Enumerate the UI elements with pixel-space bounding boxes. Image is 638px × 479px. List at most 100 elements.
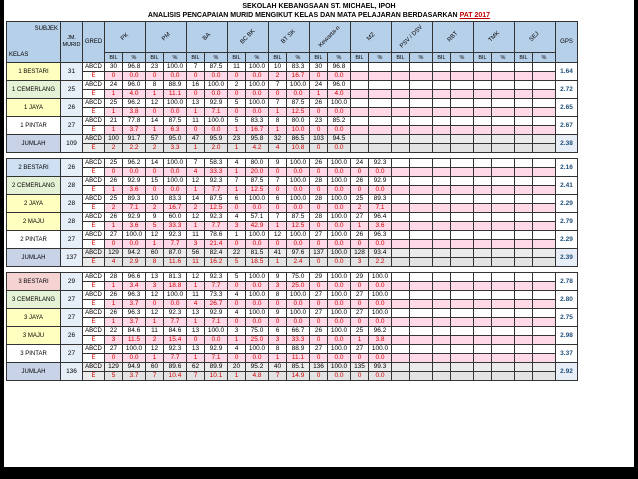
pct-cell — [491, 203, 515, 213]
pct-cell — [368, 62, 392, 72]
grade-label-e: E — [82, 203, 105, 213]
pct-cell — [532, 185, 556, 195]
pct-cell — [491, 98, 515, 108]
bil-cell: 0 — [268, 317, 287, 327]
bil-cell: 0 — [227, 353, 246, 363]
grade-label-abcd: ABCD — [82, 230, 105, 240]
bil-cell: 1 — [104, 125, 123, 135]
pct-cell: 0.0 — [368, 299, 392, 309]
pct-cell: 3.6 — [368, 221, 392, 231]
grade-label-e: E — [82, 257, 105, 267]
pct-cell: 100.0 — [245, 98, 269, 108]
bil-cell: 25 — [104, 98, 123, 108]
pct-cell: 16.2 — [204, 257, 228, 267]
pct-cell — [450, 272, 474, 282]
bil-cell: 2 — [145, 335, 164, 345]
bil-cell: 0 — [350, 353, 369, 363]
bil-cell: 14 — [145, 158, 164, 168]
pct-header: % — [122, 52, 146, 63]
pct-cell: 26.7 — [204, 299, 228, 309]
grade-label-e: E — [82, 221, 105, 231]
pct-cell: 92.3 — [204, 176, 228, 186]
bil-header: BIL — [391, 52, 410, 63]
bil-cell: 1 — [104, 281, 123, 291]
pct-cell: 11.1 — [163, 89, 187, 99]
pct-cell: 3.3 — [163, 143, 187, 153]
class-row: E 1 3.8 0 0.0 1 7.1 0 0.0 1 12.5 0 0.0 — [7, 107, 578, 117]
pct-cell — [450, 158, 474, 168]
pct-cell: 100.0 — [286, 290, 310, 300]
pct-cell: 7.7 — [163, 239, 187, 249]
pct-cell: 12.5 — [286, 221, 310, 231]
bil-cell: 4 — [227, 290, 246, 300]
pct-cell — [450, 335, 474, 345]
grade-label-abcd: ABCD — [82, 308, 105, 318]
bil-cell — [391, 281, 410, 291]
pct-cell: 0.0 — [245, 239, 269, 249]
pct-cell: 0.0 — [368, 281, 392, 291]
bil-cell: 0 — [186, 125, 205, 135]
pct-cell: 0.0 — [327, 257, 351, 267]
pct-cell — [491, 362, 515, 372]
class-name: 3 CEMERLANG — [6, 290, 61, 309]
pct-cell — [532, 134, 556, 144]
gps-value: 2.72 — [555, 80, 578, 99]
bil-cell: 11 — [186, 116, 205, 126]
pct-cell — [409, 317, 433, 327]
subject-name: PSV / DSV — [399, 24, 425, 50]
bil-cell — [514, 167, 533, 177]
pct-cell — [409, 194, 433, 204]
pct-cell — [409, 185, 433, 195]
bil-cell: 1 — [145, 239, 164, 249]
pct-cell — [450, 125, 474, 135]
class-name: 2 CEMERLANG — [6, 176, 61, 195]
pct-cell — [368, 98, 392, 108]
grade-label-e: E — [82, 185, 105, 195]
pct-cell — [491, 134, 515, 144]
header-row: SUBJEK KELAS JM. MURID GRED PK PM BA BC B… — [6, 21, 578, 63]
pct-cell — [450, 212, 474, 222]
bil-cell: 0 — [309, 371, 328, 381]
bil-cell — [514, 89, 533, 99]
bil-cell: 3 — [268, 281, 287, 291]
pct-cell — [409, 80, 433, 90]
bil-cell — [391, 290, 410, 300]
pct-cell — [450, 308, 474, 318]
pct-cell — [368, 80, 392, 90]
bil-cell: 1 — [268, 125, 287, 135]
pct-cell: 33.3 — [204, 167, 228, 177]
pct-cell: 2.9 — [122, 257, 146, 267]
bil-cell: 5 — [227, 272, 246, 282]
pct-cell: 0.0 — [204, 89, 228, 99]
bil-cell: 0 — [350, 239, 369, 249]
grade-label-e: E — [82, 167, 105, 177]
bil-cell: 1 — [227, 335, 246, 345]
pct-cell — [491, 308, 515, 318]
subject-header-tmk: TMK — [473, 21, 515, 53]
pct-cell — [532, 308, 556, 318]
bil-cell: 0 — [350, 317, 369, 327]
class-row: E 1 3.6 5 33.3 1 7.7 3 42.9 1 12.5 0 0.0 1 3.6 — [7, 221, 578, 231]
bil-cell — [514, 194, 533, 204]
bil-cell — [391, 134, 410, 144]
bil-cell — [514, 125, 533, 135]
bil-cell — [391, 212, 410, 222]
grade-label-e: E — [82, 89, 105, 99]
exam-name: PAT 2017 — [459, 12, 491, 19]
pct-cell — [409, 290, 433, 300]
bil-cell: 27 — [350, 308, 369, 318]
class-name: 1 CEMERLANG — [6, 80, 61, 99]
pct-cell: 10.0 — [286, 125, 310, 135]
pct-cell — [409, 326, 433, 336]
pct-cell: 0.0 — [163, 71, 187, 81]
bil-cell: 23 — [227, 134, 246, 144]
pct-cell: 100.0 — [245, 290, 269, 300]
bil-cell — [473, 230, 492, 240]
subject-header-bt-sk: BT SK — [268, 21, 310, 53]
bil-cell — [391, 116, 410, 126]
bil-cell: 27 — [309, 290, 328, 300]
gps-value: 2.38 — [555, 134, 578, 153]
pct-cell: 87.5 — [245, 176, 269, 186]
bil-cell: 28 — [104, 272, 123, 282]
bil-cell: 2 — [145, 203, 164, 213]
